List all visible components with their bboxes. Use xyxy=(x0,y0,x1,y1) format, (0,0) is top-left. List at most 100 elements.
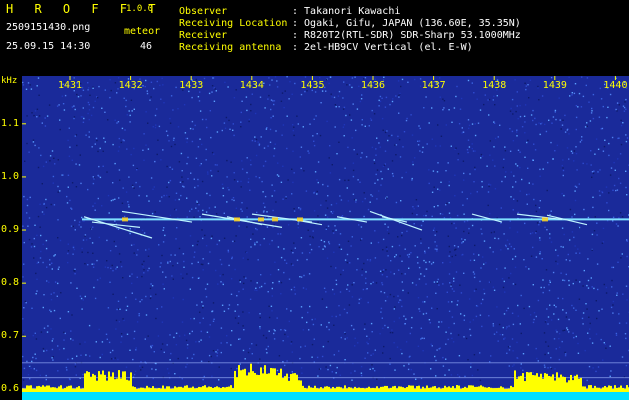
noise-speck xyxy=(233,97,236,99)
activity-bar xyxy=(430,387,432,392)
noise-speck xyxy=(246,157,248,159)
noise-speck xyxy=(537,360,539,362)
noise-speck xyxy=(490,355,492,357)
noise-speck xyxy=(528,97,530,99)
noise-speck xyxy=(101,205,103,207)
noise-speck xyxy=(365,271,367,273)
noise-speck xyxy=(369,368,371,370)
noise-speck xyxy=(575,116,578,119)
noise-speck xyxy=(461,242,463,244)
noise-speck xyxy=(78,221,81,223)
noise-speck xyxy=(237,322,240,324)
noise-speck xyxy=(481,325,483,328)
noise-speck xyxy=(483,240,486,242)
activity-bar xyxy=(396,388,398,392)
noise-speck xyxy=(143,272,145,274)
noise-speck xyxy=(448,255,450,257)
noise-speck xyxy=(483,288,485,291)
noise-speck xyxy=(152,126,154,128)
noise-speck xyxy=(376,378,378,380)
noise-speck xyxy=(508,243,511,245)
activity-bar xyxy=(170,388,172,392)
noise-speck xyxy=(262,191,264,193)
noise-speck xyxy=(242,349,245,352)
activity-bar xyxy=(558,377,560,392)
noise-speck xyxy=(156,153,158,156)
noise-speck xyxy=(399,299,401,301)
activity-bar xyxy=(264,365,266,392)
noise-speck xyxy=(338,305,340,307)
noise-speck xyxy=(229,128,231,130)
noise-speck xyxy=(163,194,165,197)
noise-speck xyxy=(300,346,302,348)
activity-bar xyxy=(536,373,538,392)
activity-bar xyxy=(36,386,38,392)
noise-speck xyxy=(511,365,514,367)
noise-speck xyxy=(354,76,356,78)
noise-speck xyxy=(412,161,414,163)
noise-speck xyxy=(513,248,515,250)
noise-speck xyxy=(169,214,172,217)
noise-speck xyxy=(533,198,535,201)
noise-speck xyxy=(320,102,322,104)
activity-bar xyxy=(484,387,486,392)
noise-speck xyxy=(36,278,38,280)
noise-speck xyxy=(104,89,106,91)
noise-speck xyxy=(211,310,213,313)
noise-speck xyxy=(572,282,574,285)
noise-speck xyxy=(489,140,491,142)
noise-speck xyxy=(553,304,555,306)
noise-speck xyxy=(510,245,512,248)
noise-speck xyxy=(611,286,613,288)
noise-speck xyxy=(268,243,271,245)
noise-speck xyxy=(438,321,440,323)
noise-speck xyxy=(325,228,327,230)
noise-speck xyxy=(202,209,204,212)
noise-speck xyxy=(294,247,296,249)
noise-speck xyxy=(271,295,273,297)
noise-speck xyxy=(493,231,495,233)
activity-bar xyxy=(384,385,386,392)
noise-speck xyxy=(571,216,573,218)
activity-bar xyxy=(408,385,410,392)
noise-speck xyxy=(114,162,116,165)
activity-bar xyxy=(466,387,468,392)
noise-speck xyxy=(74,229,76,231)
noise-speck xyxy=(316,190,318,193)
activity-bar xyxy=(162,385,164,392)
noise-speck xyxy=(51,150,54,152)
noise-speck xyxy=(150,283,152,285)
noise-speck xyxy=(566,147,569,149)
activity-bar xyxy=(260,367,262,392)
noise-speck xyxy=(418,308,420,310)
noise-speck xyxy=(211,85,214,87)
noise-speck xyxy=(232,240,234,243)
noise-speck xyxy=(425,312,428,315)
noise-speck xyxy=(62,103,65,105)
noise-speck xyxy=(125,309,128,311)
noise-speck xyxy=(602,227,605,230)
noise-speck xyxy=(202,307,204,309)
noise-speck xyxy=(514,283,517,286)
noise-speck xyxy=(573,160,575,162)
noise-speck xyxy=(234,310,236,312)
noise-speck xyxy=(394,306,396,308)
noise-speck xyxy=(328,157,330,159)
activity-bar xyxy=(318,388,320,392)
noise-speck xyxy=(306,321,308,324)
noise-speck xyxy=(115,268,117,270)
noise-speck xyxy=(163,288,165,290)
noise-speck xyxy=(263,238,265,240)
noise-speck xyxy=(319,134,322,137)
noise-speck xyxy=(407,292,409,294)
activity-bar xyxy=(582,386,584,392)
activity-bar xyxy=(32,388,34,392)
noise-speck xyxy=(307,150,309,152)
noise-speck xyxy=(271,239,273,242)
noise-speck xyxy=(139,185,141,188)
noise-speck xyxy=(334,225,336,227)
noise-speck xyxy=(43,327,46,329)
noise-speck xyxy=(401,352,403,355)
activity-bar xyxy=(540,373,542,392)
noise-speck xyxy=(201,229,203,231)
